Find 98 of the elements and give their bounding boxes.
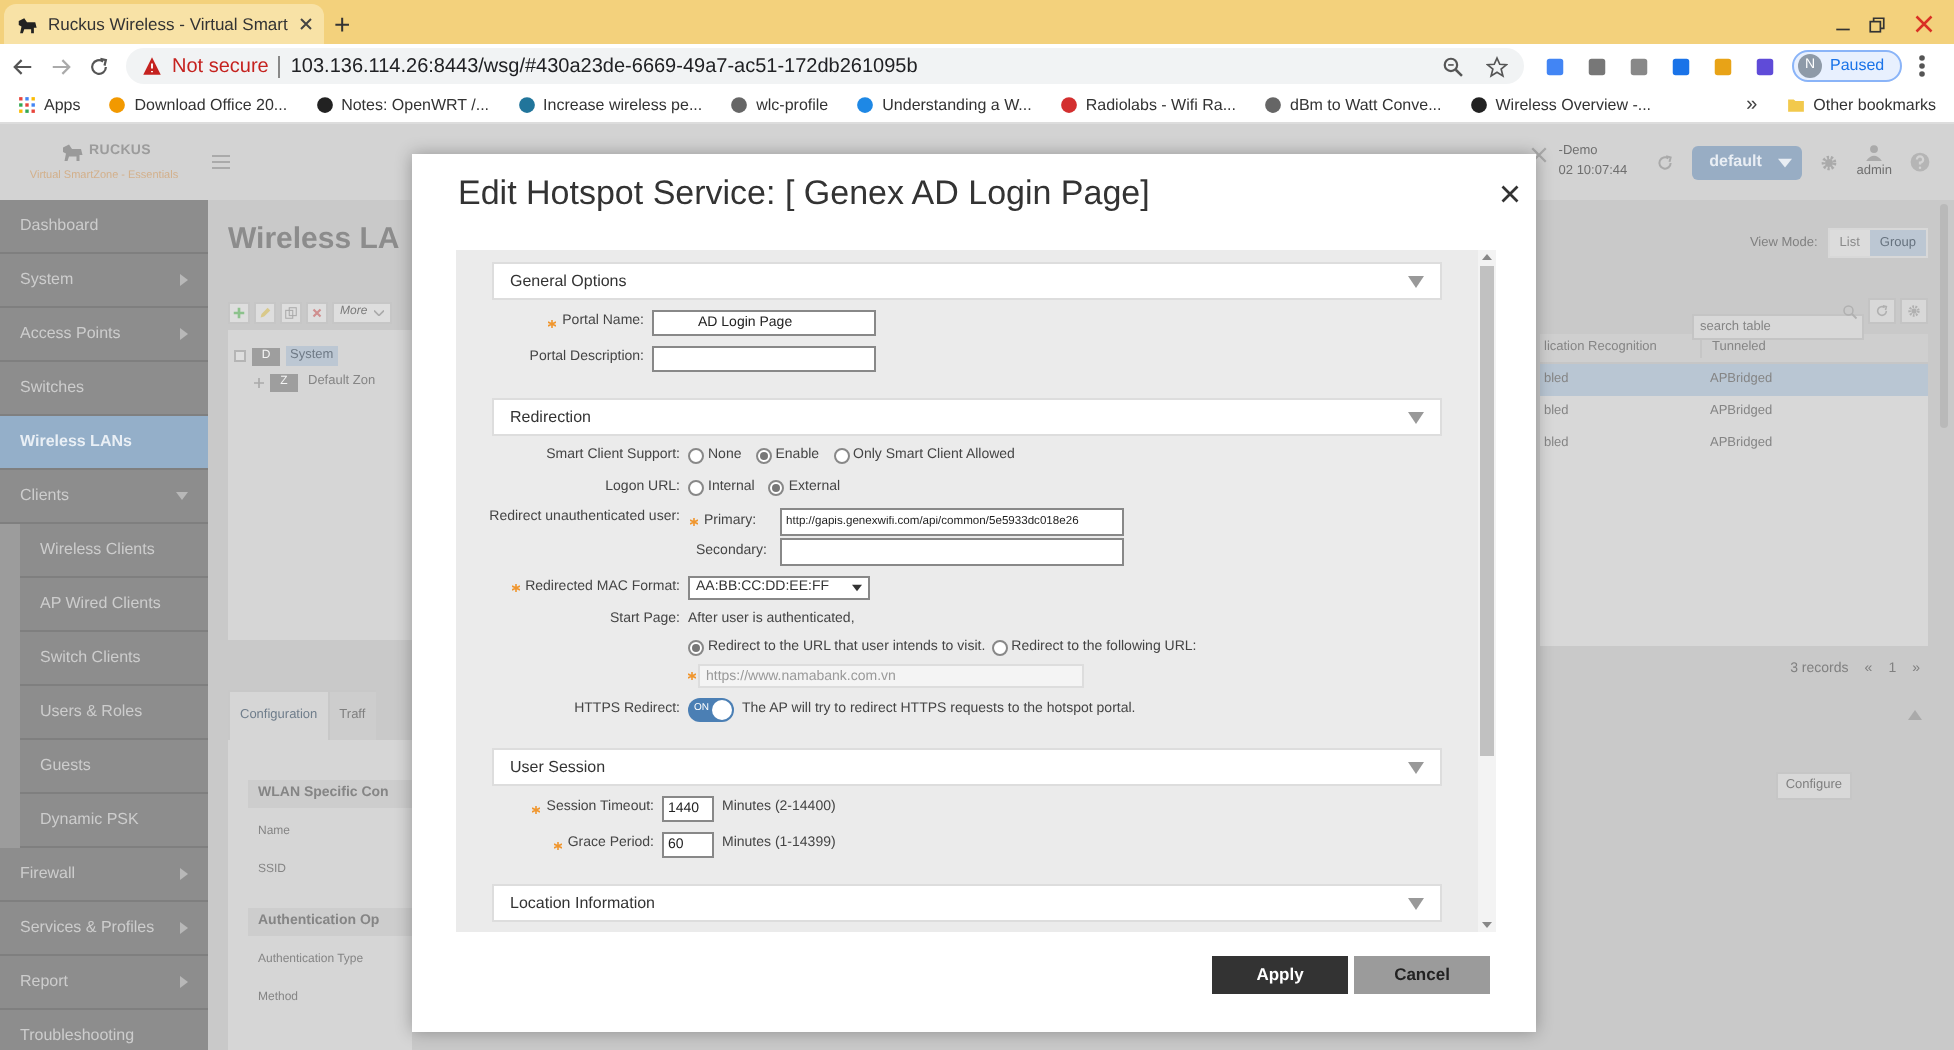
extension-icon[interactable] bbox=[1628, 55, 1650, 77]
caret-right-icon bbox=[180, 868, 188, 880]
sidebar-item[interactable]: Dashboard bbox=[0, 200, 208, 254]
browser-tab[interactable]: Ruckus Wireless - Virtual Smart bbox=[4, 4, 324, 44]
address-bar[interactable]: Not secure 103.136.114.26:8443/wsg/#430a23de-6669-49a7-ac51-172db261095b bbox=[126, 48, 1524, 84]
sidebar-subitem[interactable]: Guests bbox=[20, 740, 208, 794]
dog-icon bbox=[16, 13, 38, 35]
sidebar-item[interactable]: Report bbox=[0, 956, 208, 1010]
close-icon[interactable] bbox=[1500, 184, 1520, 204]
folder-icon bbox=[1785, 96, 1806, 114]
bookmark[interactable]: Notes: OpenWRT /... bbox=[315, 93, 490, 117]
dog-icon bbox=[57, 139, 85, 164]
bookmark[interactable]: Apps bbox=[18, 93, 81, 117]
search-icon bbox=[1842, 303, 1858, 319]
bookmark[interactable]: wlc-profile bbox=[730, 93, 829, 117]
radio-button[interactable] bbox=[688, 448, 704, 465]
caret-right-icon bbox=[180, 274, 188, 286]
caret-icon bbox=[852, 584, 862, 592]
bookmark[interactable]: dBm to Watt Conve... bbox=[1264, 93, 1442, 117]
sidebar-subitem[interactable]: AP Wired Clients bbox=[20, 578, 208, 632]
section-header[interactable]: User Session bbox=[492, 748, 1442, 786]
forward-arrow-icon[interactable] bbox=[50, 55, 72, 77]
caret-right-icon bbox=[180, 976, 188, 988]
radio-button[interactable] bbox=[688, 479, 704, 496]
radio-button[interactable] bbox=[991, 639, 1008, 656]
caret-down-icon bbox=[1408, 761, 1424, 773]
sidebar-item[interactable]: Wireless LANs bbox=[0, 416, 208, 470]
dialog-title: Edit Hotspot Service: [ Genex AD Login Page] bbox=[458, 172, 1150, 217]
search-icon[interactable] bbox=[1442, 55, 1464, 77]
caret-icon bbox=[1778, 157, 1793, 167]
security-status: Not secure bbox=[172, 53, 269, 81]
caret-up-icon bbox=[1482, 254, 1492, 260]
extension-icon[interactable] bbox=[1754, 55, 1776, 77]
section-header[interactable]: Location Information bbox=[492, 884, 1442, 922]
radio-button[interactable] bbox=[688, 639, 704, 656]
more-bookmarks-button[interactable]: » bbox=[1746, 90, 1758, 120]
extension-icon[interactable] bbox=[1670, 55, 1692, 77]
delete-icon[interactable] bbox=[306, 301, 328, 323]
user-icon bbox=[1864, 143, 1885, 162]
caret-down-icon bbox=[1482, 922, 1492, 928]
tab-title: Ruckus Wireless - Virtual Smart bbox=[48, 11, 288, 37]
sidebar-item[interactable]: Firewall bbox=[0, 848, 208, 902]
restore-icon[interactable] bbox=[1868, 15, 1886, 33]
bookmark[interactable]: Radiolabs - Wifi Ra... bbox=[1059, 93, 1236, 117]
favicon-icon bbox=[315, 96, 334, 114]
favicon-icon bbox=[1469, 96, 1488, 114]
sidebar-subitem[interactable]: Wireless Clients bbox=[20, 524, 208, 578]
sidebar-item[interactable]: Access Points bbox=[0, 308, 208, 362]
radio-button[interactable] bbox=[755, 448, 772, 465]
bookmark-folder[interactable]: Other bookmarks bbox=[1785, 93, 1936, 117]
back-arrow-icon[interactable] bbox=[12, 55, 34, 77]
caret-down-icon bbox=[176, 492, 188, 500]
section-header[interactable]: General Options bbox=[492, 262, 1442, 300]
page-title: Wireless LA bbox=[228, 224, 402, 256]
menu-icon[interactable] bbox=[1918, 54, 1927, 78]
favicon-icon bbox=[1264, 96, 1282, 114]
url-field[interactable] bbox=[780, 538, 1124, 566]
caret-down-icon bbox=[1408, 897, 1424, 909]
sidebar-item[interactable]: System bbox=[0, 254, 208, 308]
apply-button[interactable]: Apply bbox=[1212, 956, 1348, 994]
caret-right-icon bbox=[180, 328, 188, 340]
favicon-icon bbox=[1059, 96, 1078, 114]
scrollbar-thumb[interactable] bbox=[1480, 266, 1494, 756]
favicon-icon bbox=[517, 96, 536, 114]
text-field[interactable] bbox=[652, 346, 876, 372]
sidebar-subitem[interactable]: Switch Clients bbox=[20, 632, 208, 686]
radio-button[interactable] bbox=[768, 479, 785, 496]
sidebar-item[interactable]: Services & Profiles bbox=[0, 902, 208, 956]
favicon-icon bbox=[730, 96, 749, 114]
apps-grid-icon bbox=[18, 96, 36, 114]
extension-icon[interactable] bbox=[1544, 55, 1566, 77]
star-icon[interactable] bbox=[1486, 55, 1508, 77]
reload-icon[interactable] bbox=[88, 55, 110, 77]
caret-right-icon bbox=[180, 922, 188, 934]
caret-down-icon bbox=[1408, 411, 1424, 423]
warning-icon bbox=[142, 56, 162, 76]
sidebar-subitem[interactable]: Users & Roles bbox=[20, 686, 208, 740]
radio-button[interactable] bbox=[833, 448, 850, 465]
caret-down-icon bbox=[1408, 275, 1424, 287]
bookmark[interactable]: Download Office 20... bbox=[108, 93, 288, 117]
favicon-icon bbox=[856, 96, 875, 114]
cancel-button[interactable]: Cancel bbox=[1354, 956, 1490, 994]
url-text: 103.136.114.26:8443/wsg/#430a23de-6669-49a7-ac51-172db261095b bbox=[290, 53, 920, 81]
close-icon[interactable] bbox=[297, 16, 314, 32]
favicon-icon bbox=[108, 96, 127, 114]
extension-icon[interactable] bbox=[1586, 55, 1608, 77]
bookmark[interactable]: Understanding a W... bbox=[856, 93, 1032, 117]
sidebar-item[interactable]: Troubleshooting bbox=[0, 1010, 208, 1050]
caret-icon bbox=[373, 309, 384, 315]
sidebar-subitem[interactable]: Dynamic PSK bbox=[20, 794, 208, 848]
checkbox[interactable] bbox=[234, 350, 246, 362]
scrollbar[interactable] bbox=[1478, 250, 1496, 932]
new-tab-button[interactable]: + bbox=[334, 4, 351, 44]
bookmark[interactable]: Increase wireless pe... bbox=[517, 93, 703, 117]
section-header[interactable]: Redirection bbox=[492, 398, 1442, 436]
bookmark[interactable]: Wireless Overview -... bbox=[1469, 93, 1652, 117]
profile-status: Paused bbox=[1830, 54, 1885, 78]
domain-dropdown[interactable]: default bbox=[1692, 145, 1803, 179]
